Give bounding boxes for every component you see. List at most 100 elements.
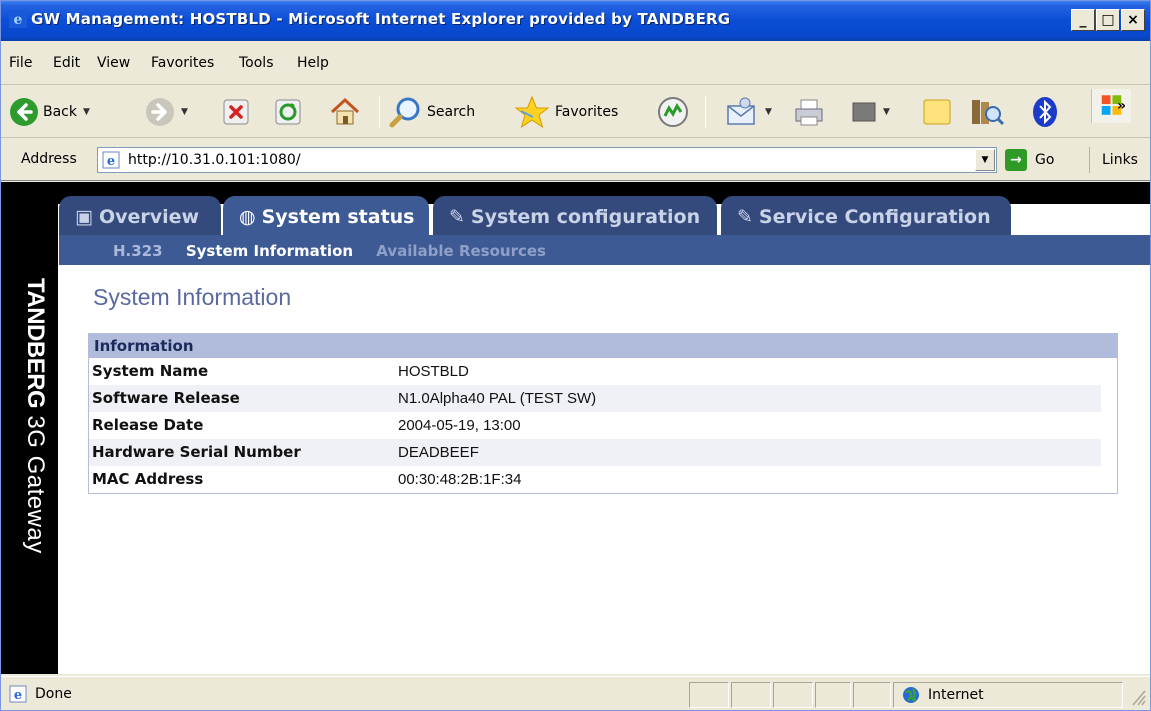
toolbar-more-chevron[interactable]: » (1117, 88, 1126, 124)
mail-dropdown-icon[interactable]: ▼ (765, 107, 772, 117)
row-value: N1.0Alpha40 PAL (TEST SW) (398, 390, 597, 407)
forward-dropdown-icon[interactable]: ▼ (181, 107, 188, 117)
page-title: System Information (93, 284, 292, 310)
status-pane (731, 682, 771, 708)
svg-text:e: e (14, 688, 22, 703)
row-value: 00:30:48:2B:1F:34 (398, 471, 522, 488)
forward-arrow-icon (146, 98, 174, 126)
favorites-star-icon (514, 95, 550, 129)
close-button[interactable]: × (1121, 9, 1145, 31)
minimize-button[interactable]: _ (1071, 9, 1095, 31)
table-row: Hardware Serial Number DEADBEEF (89, 439, 1101, 466)
address-bar: Address e http://10.31.0.101:1080/ ▼ → G… (1, 139, 1150, 181)
edit-button[interactable]: ▼ (851, 94, 890, 130)
edit-icon (852, 102, 876, 122)
refresh-button[interactable] (275, 94, 301, 130)
subnav-available-resources[interactable]: Available Resources (376, 242, 546, 260)
menu-bar: File Edit View Favorites Tools Help (1, 43, 1150, 123)
print-icon (795, 99, 823, 126)
discuss-button[interactable] (921, 94, 955, 130)
ie-logo-icon: e (9, 10, 27, 28)
menu-help[interactable]: Help (297, 55, 329, 71)
svg-text:e: e (14, 12, 23, 28)
home-button[interactable] (329, 94, 361, 130)
go-button[interactable]: → Go (1005, 147, 1054, 173)
home-icon (330, 97, 360, 125)
menu-file[interactable]: File (9, 55, 32, 71)
edit-dropdown-icon[interactable]: ▼ (883, 107, 890, 117)
address-dropdown-icon[interactable]: ▼ (975, 149, 995, 171)
status-pane (689, 682, 729, 708)
media-button[interactable] (657, 94, 689, 130)
status-pane (853, 682, 891, 708)
favorites-button[interactable]: Favorites (513, 94, 618, 130)
back-button[interactable]: Back ▼ (9, 94, 90, 130)
refresh-icon (275, 99, 301, 125)
row-value: 2004-05-19, 13:00 (398, 417, 521, 434)
tab-system-configuration[interactable]: ✎ System configuration (433, 196, 717, 236)
brand-name: TANDBERG (22, 278, 49, 409)
svg-text:e: e (107, 154, 115, 169)
stop-icon (223, 99, 249, 125)
print-button[interactable] (793, 94, 825, 130)
brand-strip: TANDBERG 3G Gateway (1, 182, 58, 674)
table-row: System Name HOSTBLD (89, 358, 1101, 385)
menu-tools[interactable]: Tools (239, 55, 274, 71)
status-text: Done (35, 686, 72, 702)
media-icon (658, 97, 688, 127)
toolbar-separator (705, 96, 706, 128)
subnav-system-information[interactable]: System Information (186, 242, 353, 260)
tab-overview[interactable]: ▣ Overview (59, 196, 221, 236)
research-icon (972, 100, 1005, 126)
search-button[interactable]: Search (389, 94, 475, 130)
bluetooth-button[interactable] (1031, 94, 1059, 130)
page-content: TANDBERG 3G Gateway ▣ Overview ◍ System st… (1, 182, 1150, 674)
back-dropdown-icon[interactable]: ▼ (83, 107, 90, 117)
row-key: Hardware Serial Number (92, 443, 301, 461)
status-bar: e Done Internet (1, 676, 1150, 710)
info-table-header: Information (89, 334, 1117, 358)
search-icon (389, 97, 420, 128)
tab-service-configuration-label: Service Configuration (758, 206, 991, 228)
stop-button[interactable] (223, 94, 249, 130)
research-button[interactable] (969, 94, 1005, 130)
title-bar[interactable]: e GW Management: HOSTBLD - Microsoft Int… (1, 1, 1150, 41)
search-label: Search (427, 104, 476, 120)
go-label: Go (1035, 152, 1055, 168)
table-row: Release Date 2004-05-19, 13:00 (89, 412, 1101, 439)
mail-button[interactable]: ▼ (725, 94, 772, 130)
zone-label: Internet (928, 687, 984, 703)
security-zone[interactable]: Internet (893, 682, 1123, 708)
row-key: System Name (92, 362, 209, 380)
browser-window: e GW Management: HOSTBLD - Microsoft Int… (0, 0, 1151, 711)
back-arrow-icon (10, 98, 38, 126)
main-tabs: ▣ Overview ◍ System status ✎ System configu… (59, 196, 1150, 236)
status-pane (815, 682, 851, 708)
row-key: Release Date (92, 416, 204, 434)
links-button[interactable]: Links (1089, 147, 1138, 173)
favorites-label: Favorites (555, 104, 619, 120)
window-title: GW Management: HOSTBLD - Microsoft Inter… (31, 10, 731, 28)
resize-grip-icon[interactable] (1127, 685, 1147, 707)
address-label: Address (21, 151, 77, 167)
go-arrow-icon: → (1005, 149, 1027, 171)
maximize-button[interactable]: □ (1096, 9, 1120, 31)
menu-view[interactable]: View (97, 55, 130, 71)
menu-edit[interactable]: Edit (53, 55, 80, 71)
forward-button[interactable]: ▼ (145, 94, 188, 130)
subnav-h323[interactable]: H.323 (113, 242, 163, 260)
discuss-icon (923, 99, 951, 125)
address-input[interactable]: e http://10.31.0.101:1080/ ▼ (97, 147, 997, 173)
wrench-icon: ✎ (737, 206, 753, 228)
tab-system-status[interactable]: ◍ System status (223, 196, 429, 236)
row-value: DEADBEEF (398, 444, 479, 461)
tab-system-status-label: System status (261, 206, 415, 228)
tab-service-configuration[interactable]: ✎ Service Configuration (721, 196, 1011, 236)
subnav: H.323 System Information Available Resou… (113, 242, 564, 260)
menu-favorites[interactable]: Favorites (151, 55, 214, 71)
row-key: Software Release (92, 389, 240, 407)
info-table: Information System Name HOSTBLD Software… (88, 333, 1118, 494)
status-pane (773, 682, 813, 708)
tab-overview-label: Overview (98, 206, 200, 228)
table-row: Software Release N1.0Alpha40 PAL (TEST S… (89, 385, 1101, 412)
